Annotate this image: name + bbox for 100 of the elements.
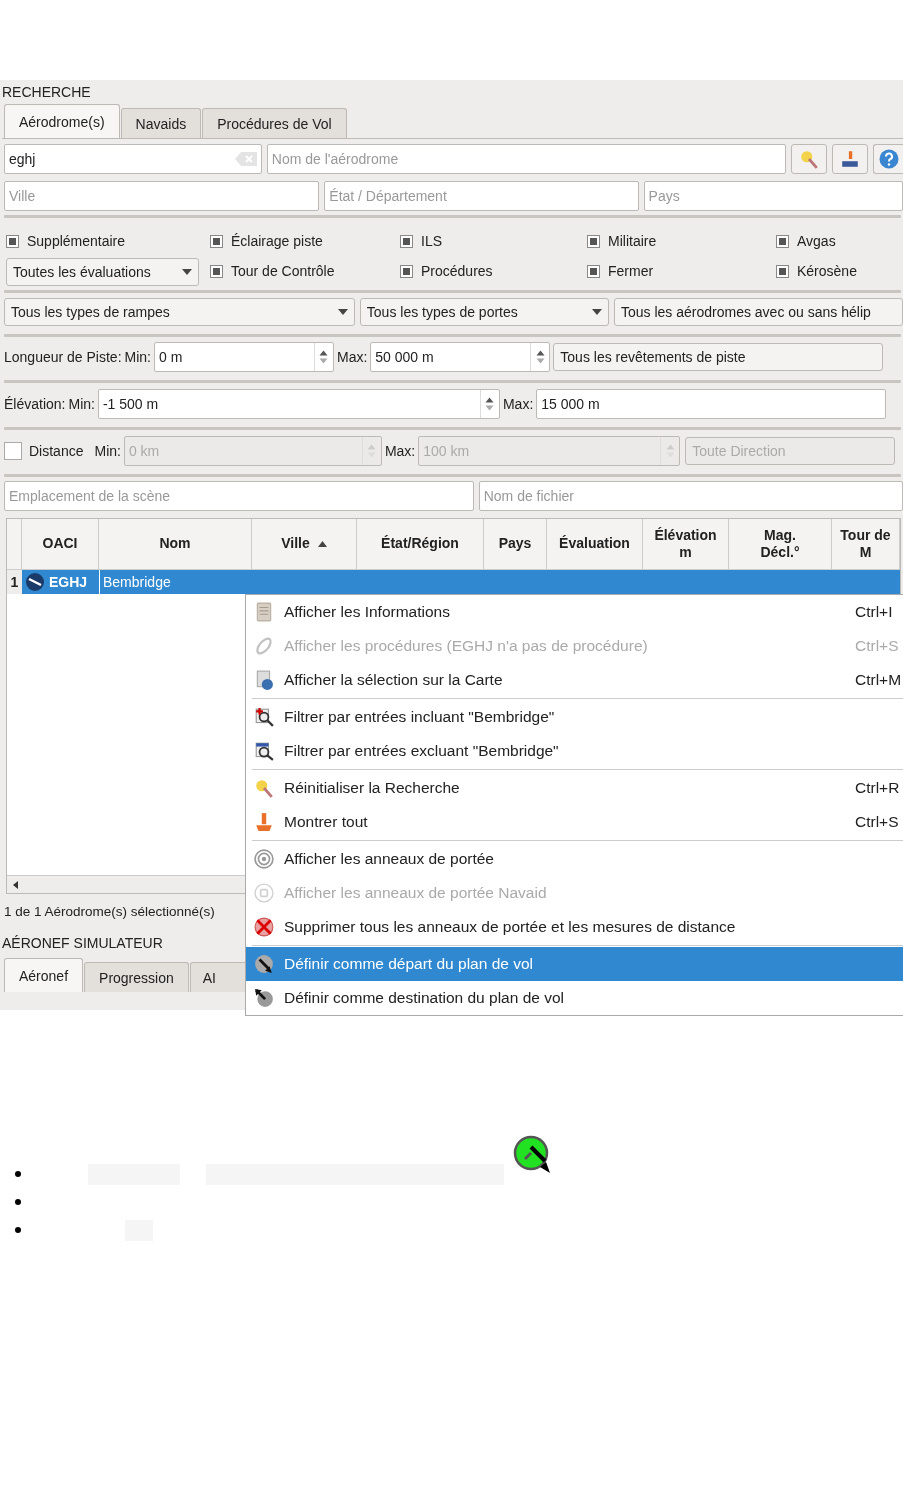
- checkbox-label: Éclairage piste: [231, 233, 323, 249]
- number-field[interactable]: 15 000 m: [536, 389, 887, 419]
- column-header[interactable]: Mag. Décl.°: [729, 519, 832, 569]
- reset-icon: [254, 778, 274, 798]
- tray-icon: [840, 149, 861, 169]
- checkbox-label: Avgas: [797, 233, 836, 249]
- status-text: 1 de 1 Aérodrome(s) sélectionné(s): [4, 903, 215, 919]
- column-header[interactable]: Pays: [484, 519, 547, 569]
- tab[interactable]: Aéronef: [4, 958, 84, 992]
- menu-item[interactable]: Afficher la sélection sur la Carte Ctrl+M: [246, 663, 903, 697]
- number-field[interactable]: -1 500 m: [97, 389, 500, 419]
- filter-dropdown[interactable]: Tous les types de rampes: [4, 298, 355, 326]
- section-title: RECHERCHE: [2, 84, 91, 100]
- checkbox-label: Procédures: [421, 263, 493, 279]
- checkbox-label: Tour de Contrôle: [231, 263, 335, 279]
- caret-icon: [337, 309, 348, 315]
- menu-item[interactable]: Réinitialiser la Recherche Ctrl+R: [246, 771, 903, 805]
- table-cell: EGHJ: [49, 574, 88, 590]
- checkbox[interactable]: [400, 234, 413, 248]
- rings-icon: [254, 849, 274, 869]
- shortcut-text: Ctrl+I: [855, 603, 894, 621]
- scroll-left-icon[interactable]: [11, 879, 21, 890]
- checkbox-label: Fermer: [608, 263, 654, 279]
- spinner-arrows-icon[interactable]: [319, 349, 329, 365]
- row-number: 1: [7, 570, 22, 594]
- shortcut-text: Ctrl+R: [855, 779, 901, 797]
- checkbox[interactable]: [587, 234, 600, 248]
- reset-search-button[interactable]: [791, 144, 828, 174]
- bullet-icon: [15, 1227, 21, 1233]
- field-label: Min:: [124, 349, 151, 365]
- filter-include-icon: [254, 707, 274, 727]
- column-header[interactable]: Tour de M: [832, 519, 900, 569]
- shortcut-text: Ctrl+S: [855, 637, 900, 655]
- table-row[interactable]: 1 EGHJ Bembridge: [7, 570, 900, 594]
- column-header[interactable]: Évaluation: [547, 519, 643, 569]
- checkbox-label: Distance: [29, 443, 84, 459]
- section-title: AÉRONEF SIMULATEUR: [2, 935, 163, 951]
- checkbox[interactable]: [210, 234, 223, 248]
- checkbox[interactable]: [400, 264, 413, 278]
- menu-item[interactable]: Filtrer par entrées incluant "Bembridge": [246, 700, 903, 734]
- spinner-arrows-icon[interactable]: [535, 349, 545, 365]
- menu-item[interactable]: Filtrer par entrées excluant "Bembridge": [246, 734, 903, 768]
- checkbox-label: Kérosène: [797, 263, 857, 279]
- checkbox[interactable]: [776, 234, 789, 248]
- checkbox[interactable]: [210, 264, 223, 278]
- menu-item[interactable]: Montrer tout Ctrl+S: [246, 805, 903, 839]
- number-field[interactable]: 50 000 m: [370, 342, 551, 372]
- tab[interactable]: Progression: [84, 962, 189, 992]
- tab[interactable]: Procédures de Vol: [202, 108, 347, 138]
- surface-dropdown[interactable]: Tous les revêtements de piste: [553, 343, 884, 371]
- checkbox[interactable]: [587, 264, 600, 278]
- field-label: Max:: [337, 349, 368, 365]
- map-icon: [254, 670, 274, 690]
- filter-dropdown[interactable]: Tous les aérodromes avec ou sans hélip: [614, 298, 903, 326]
- tab[interactable]: Navaids: [120, 108, 202, 138]
- show-all-icon: [254, 812, 274, 832]
- caret-icon: [592, 309, 602, 315]
- rating-dropdown[interactable]: Toutes les évaluations: [6, 258, 199, 286]
- field-label: Élévation:: [4, 396, 66, 412]
- column-header[interactable]: OACI: [22, 519, 99, 569]
- field-label: Longueur de Piste:: [4, 349, 122, 365]
- bullet-icon: [15, 1171, 21, 1177]
- column-header[interactable]: Nom: [99, 519, 252, 569]
- checkbox-label: ILS: [421, 233, 442, 249]
- spinner-arrows-icon[interactable]: [485, 396, 495, 412]
- help-button[interactable]: [873, 144, 903, 174]
- table-cell: Bembridge: [103, 574, 171, 590]
- delete-rings-icon: [254, 917, 274, 937]
- menu-item[interactable]: Supprimer tous les anneaux de portée et les mesures de distance: [246, 910, 903, 944]
- column-header[interactable]: État/Région: [357, 519, 484, 569]
- checkbox-label: Militaire: [608, 233, 657, 249]
- document-icon: [254, 602, 274, 622]
- menu-item[interactable]: Définir comme départ du plan de vol: [246, 947, 903, 981]
- search-field[interactable]: eghj: [4, 144, 262, 174]
- field-label: Max:: [384, 443, 416, 459]
- shortcut-text: Ctrl+S: [855, 813, 900, 831]
- destination-icon: [254, 988, 274, 1008]
- help-icon: [878, 149, 899, 169]
- tab[interactable]: Aérodrome(s): [4, 104, 120, 138]
- show-all-button[interactable]: [832, 144, 869, 174]
- shortcut-text: Ctrl+M: [855, 671, 903, 689]
- caret-icon: [182, 269, 192, 275]
- field-label: Min:: [94, 443, 121, 459]
- column-header[interactable]: Ville: [252, 519, 357, 569]
- menu-item[interactable]: Afficher les Informations Ctrl+I: [246, 595, 903, 629]
- departure-icon: [254, 954, 274, 974]
- menu-item[interactable]: Afficher les anneaux de portée: [246, 842, 903, 876]
- field-label: Min:: [68, 396, 95, 412]
- navaid-rings-icon: [254, 883, 274, 903]
- field-label: Max:: [502, 396, 534, 412]
- filter-exclude-icon: [254, 741, 274, 761]
- checkbox-label: Supplémentaire: [27, 233, 126, 249]
- checkbox[interactable]: [776, 264, 789, 278]
- number-field[interactable]: 0 m: [154, 342, 334, 372]
- filter-dropdown[interactable]: Tous les types de portes: [359, 298, 609, 326]
- checkbox[interactable]: [6, 234, 19, 248]
- airport-icon: [25, 572, 45, 592]
- column-header[interactable]: Élévation m: [643, 519, 729, 569]
- bullet-icon: [15, 1199, 21, 1205]
- reset-icon: [799, 149, 820, 169]
